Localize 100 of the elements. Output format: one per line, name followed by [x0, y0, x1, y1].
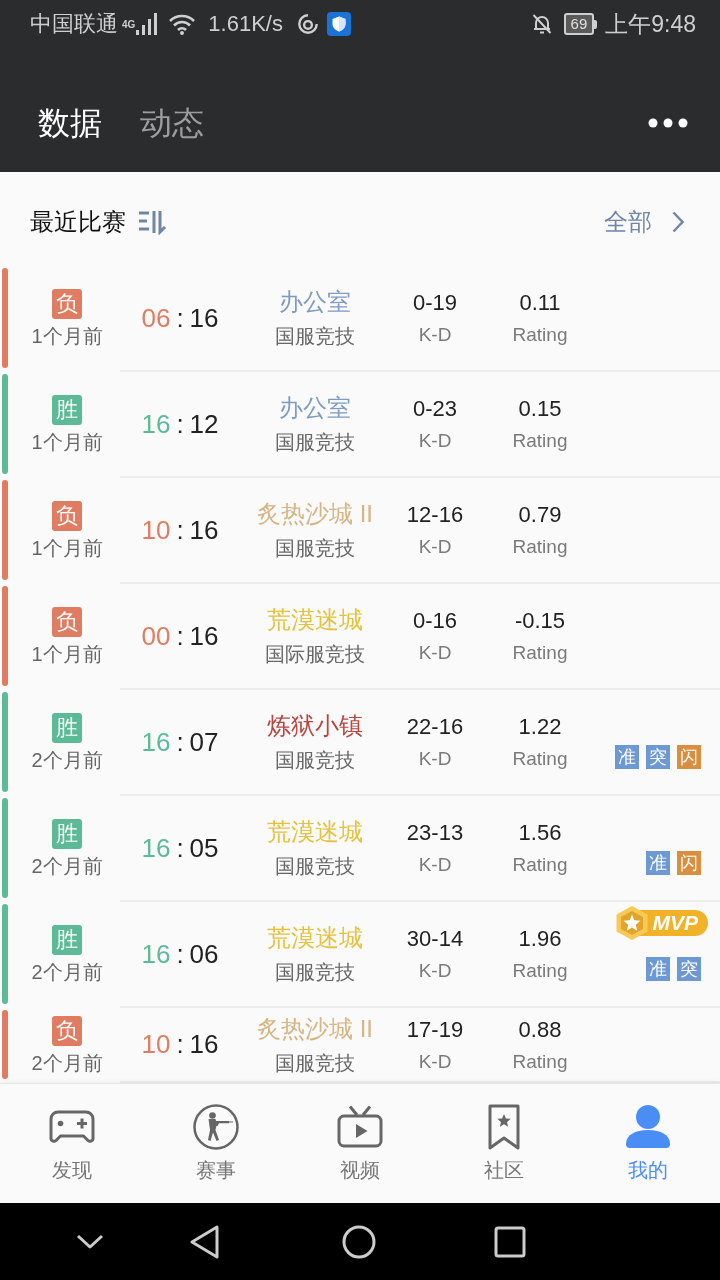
- role-tag: 准: [646, 957, 670, 981]
- battery-indicator: 69: [563, 13, 598, 35]
- rating-label: Rating: [512, 747, 568, 771]
- mvp-badge: MVP: [649, 910, 708, 936]
- home-icon[interactable]: [342, 1224, 376, 1259]
- match-time: 2个月前: [31, 960, 103, 985]
- kill-death-label: K-D: [418, 959, 452, 983]
- kill-death-value: 17-19: [406, 1015, 464, 1044]
- rating-label: Rating: [512, 323, 568, 347]
- score-separator: :: [176, 1029, 184, 1060]
- map-name: 办公室: [279, 393, 351, 423]
- match-time: 1个月前: [31, 642, 103, 667]
- match-time: 2个月前: [31, 854, 103, 879]
- game-mode: 国服竞技: [275, 748, 355, 773]
- view-all-link[interactable]: 全部: [604, 206, 684, 238]
- network-speed-label: 1.61K/s: [208, 11, 283, 37]
- role-tag: 闪: [677, 745, 701, 769]
- header-tab[interactable]: 数据: [38, 103, 102, 143]
- header-tab[interactable]: 动态: [140, 103, 204, 143]
- rating-value: 1.96: [518, 925, 562, 953]
- game-mode: 国服竞技: [275, 1050, 355, 1076]
- kill-death-value: 22-16: [406, 713, 464, 741]
- score-separator: :: [176, 620, 184, 652]
- back-icon[interactable]: [190, 1224, 220, 1259]
- match-time: 2个月前: [31, 1050, 103, 1076]
- team-score: 06: [141, 302, 171, 334]
- score-separator: :: [176, 832, 184, 864]
- game-mode: 国服竞技: [275, 960, 355, 985]
- map-name: 荒漠迷城: [267, 817, 363, 847]
- soldier-icon: [192, 1103, 240, 1151]
- kill-death-value: 0-19: [412, 289, 457, 317]
- map-name: 办公室: [279, 287, 351, 317]
- recents-icon[interactable]: [494, 1225, 526, 1258]
- game-mode: 国服竞技: [275, 854, 355, 879]
- nav-tab[interactable]: 发现: [0, 1084, 144, 1203]
- kill-death-value: 0-23: [412, 395, 457, 423]
- section-title: 最近比赛: [30, 207, 126, 237]
- chevron-down-icon[interactable]: [76, 1233, 104, 1250]
- team-score: 00: [141, 620, 171, 652]
- game-mode: 国际服竞技: [265, 642, 365, 667]
- result-badge: 胜: [52, 819, 82, 849]
- signal-icon: [136, 13, 159, 35]
- result-badge: 胜: [52, 925, 82, 955]
- rating-value: 0.79: [518, 501, 562, 529]
- score-separator: :: [176, 408, 184, 440]
- match-time: 1个月前: [31, 536, 103, 561]
- wifi-icon: [168, 13, 197, 35]
- score-separator: :: [176, 514, 184, 546]
- score-separator: :: [176, 302, 184, 334]
- rating-value: 1.56: [518, 819, 562, 847]
- team-score: 10: [141, 1029, 171, 1060]
- result-badge: 负: [52, 607, 82, 637]
- kill-death-label: K-D: [418, 641, 452, 665]
- kill-death-label: K-D: [418, 747, 452, 771]
- chevron-right-icon: [672, 211, 684, 233]
- kill-death-label: K-D: [418, 535, 452, 559]
- match-time: 1个月前: [31, 430, 103, 455]
- kill-death-value: 30-14: [406, 925, 464, 953]
- result-badge: 负: [52, 1015, 82, 1046]
- kill-death-label: K-D: [418, 1049, 452, 1074]
- rating-label: Rating: [512, 641, 568, 665]
- more-icon[interactable]: [648, 118, 688, 128]
- match-time: 2个月前: [31, 748, 103, 773]
- rating-value: -0.15: [514, 607, 566, 635]
- kill-death-label: K-D: [418, 429, 452, 453]
- nav-tab[interactable]: 我的: [576, 1084, 720, 1203]
- sort-icon[interactable]: [138, 209, 168, 235]
- game-mode: 国服竞技: [275, 536, 355, 561]
- tv-play-icon: [336, 1103, 384, 1151]
- score-separator: :: [176, 938, 184, 970]
- team-score: 16: [141, 832, 171, 864]
- game-mode: 国服竞技: [275, 324, 355, 349]
- opponent-score: 06: [189, 938, 219, 970]
- rating-label: Rating: [512, 429, 568, 453]
- rating-label: Rating: [512, 853, 568, 877]
- team-score: 16: [141, 408, 171, 440]
- kill-death-value: 0-16: [412, 607, 457, 635]
- clock-label: 上午9:48: [605, 9, 696, 39]
- rating-value: 0.11: [519, 289, 561, 317]
- rating-value: 0.88: [518, 1015, 562, 1044]
- network-type-label: 4G: [122, 19, 136, 30]
- kill-death-label: K-D: [418, 323, 452, 347]
- nav-tab[interactable]: 赛事: [144, 1084, 288, 1203]
- shield-icon: [326, 12, 351, 36]
- nav-tab[interactable]: 视频: [288, 1084, 432, 1203]
- opponent-score: 05: [189, 832, 219, 864]
- rating-value: 1.22: [518, 713, 562, 741]
- nav-tab[interactable]: 社区: [432, 1084, 576, 1203]
- map-name: 荒漠迷城: [267, 923, 363, 953]
- rating-value: 0.15: [518, 395, 562, 423]
- kill-death-label: K-D: [418, 853, 452, 877]
- role-tag: 准: [615, 745, 639, 769]
- person-icon: [624, 1103, 672, 1151]
- role-tag: 突: [646, 745, 670, 769]
- map-name: 炙热沙城 II: [257, 499, 373, 529]
- role-tag: 突: [677, 957, 701, 981]
- result-badge: 胜: [52, 713, 82, 743]
- result-badge: 负: [52, 501, 82, 531]
- opponent-score: 16: [189, 514, 219, 546]
- carrier-label: 中国联通: [30, 10, 118, 38]
